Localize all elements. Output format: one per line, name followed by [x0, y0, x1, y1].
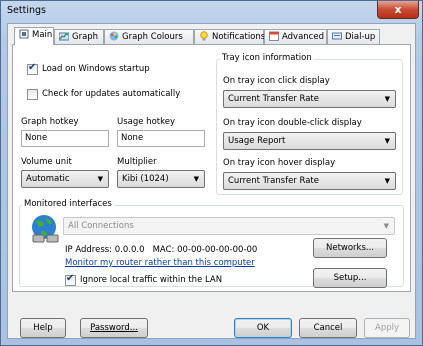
multiplier-label: Multiplier	[117, 157, 157, 167]
chevron-down-icon: ▼	[384, 177, 390, 185]
password-button-label: Password...	[90, 323, 138, 333]
cancel-button[interactable]: Cancel	[299, 318, 357, 338]
interface-value: All Connections	[68, 221, 134, 231]
networks-button[interactable]: Networks...	[313, 238, 387, 258]
tab-main[interactable]: Main	[14, 27, 54, 45]
tab-label: Graph	[72, 32, 99, 42]
help-button[interactable]: Help	[20, 318, 66, 338]
usage-hotkey-input[interactable]: None	[117, 130, 205, 147]
ignore-lan-checkbox[interactable]	[65, 273, 76, 286]
calendar-icon	[269, 31, 279, 41]
settings-window: Settings x Main Graph Graph Colours Noti…	[0, 0, 423, 346]
close-button[interactable]: x	[377, 1, 419, 19]
main-tab-icon	[19, 29, 29, 39]
ip-mac-info: IP Address: 0.0.0.0 MAC: 00-00-00-00-00-…	[65, 245, 258, 255]
dialog-client: Main Graph Graph Colours Notifications A…	[7, 23, 416, 339]
tab-graph-colours[interactable]: Graph Colours	[104, 29, 194, 44]
chevron-down-icon: ▼	[384, 137, 390, 145]
lightbulb-icon	[200, 31, 208, 41]
tray-double-click-label: On tray icon double-click display	[223, 118, 362, 128]
tray-hover-label: On tray icon hover display	[223, 158, 336, 168]
graph-icon	[59, 32, 69, 41]
interface-select[interactable]: All Connections ▼	[63, 217, 395, 235]
tab-advanced[interactable]: Advanced	[264, 29, 327, 44]
graph-hotkey-label: Graph hotkey	[21, 117, 79, 127]
network-globe-icon	[32, 215, 59, 243]
tray-double-click-select[interactable]: Usage Report ▼	[223, 132, 396, 150]
tab-dial-up[interactable]: Dial-up	[327, 29, 380, 44]
dialup-icon	[332, 32, 342, 40]
load-on-startup-checkbox[interactable]	[27, 62, 38, 75]
graph-hotkey-input[interactable]: None	[21, 130, 109, 147]
ignore-lan-label: Ignore local traffic within the LAN	[80, 275, 223, 285]
tab-notifications[interactable]: Notifications	[194, 29, 266, 44]
tab-label: Dial-up	[345, 32, 376, 42]
tray-double-click-value: Usage Report	[228, 136, 286, 146]
multiplier-value: Kibi (1024)	[122, 174, 169, 184]
volume-unit-select[interactable]: Automatic ▼	[21, 170, 109, 188]
password-button[interactable]: Password...	[80, 318, 148, 338]
monitored-interfaces-label: Monitored interfaces	[22, 199, 114, 209]
check-updates-label: Check for updates automatically	[42, 89, 181, 99]
tray-click-label: On tray icon click display	[223, 76, 330, 86]
tray-icon-group-label: Tray icon information	[220, 53, 314, 63]
volume-unit-label: Volume unit	[21, 157, 72, 167]
chevron-down-icon: ▼	[384, 95, 390, 103]
tab-label: Graph Colours	[122, 32, 183, 42]
usage-hotkey-label: Usage hotkey	[117, 117, 175, 127]
check-updates-checkbox[interactable]	[27, 89, 38, 100]
multiplier-select[interactable]: Kibi (1024) ▼	[117, 170, 205, 188]
setup-button[interactable]: Setup...	[313, 268, 387, 288]
tab-graph[interactable]: Graph	[54, 29, 104, 44]
tray-click-select[interactable]: Current Transfer Rate ▼	[223, 90, 396, 108]
tray-hover-select[interactable]: Current Transfer Rate ▼	[223, 172, 396, 190]
title-bar[interactable]: Settings x	[1, 1, 422, 23]
load-on-startup-label: Load on Windows startup	[42, 64, 150, 74]
tray-hover-value: Current Transfer Rate	[228, 176, 319, 186]
tab-label: Main	[32, 30, 53, 40]
tray-click-value: Current Transfer Rate	[228, 94, 319, 104]
apply-button[interactable]: Apply	[364, 318, 410, 338]
ok-button[interactable]: OK	[234, 318, 292, 338]
chevron-down-icon: ▼	[97, 175, 103, 183]
chevron-down-icon: ▼	[383, 222, 389, 230]
tab-label: Notifications	[212, 32, 266, 42]
main-tab-panel: Load on Windows startup Check for update…	[12, 44, 411, 292]
monitor-router-link[interactable]: Monitor my router rather than this compu…	[65, 258, 255, 268]
volume-unit-value: Automatic	[26, 174, 70, 184]
tab-label: Advanced	[282, 32, 324, 42]
chevron-down-icon: ▼	[193, 175, 199, 183]
palette-icon	[109, 31, 119, 41]
window-title: Settings	[7, 5, 46, 16]
